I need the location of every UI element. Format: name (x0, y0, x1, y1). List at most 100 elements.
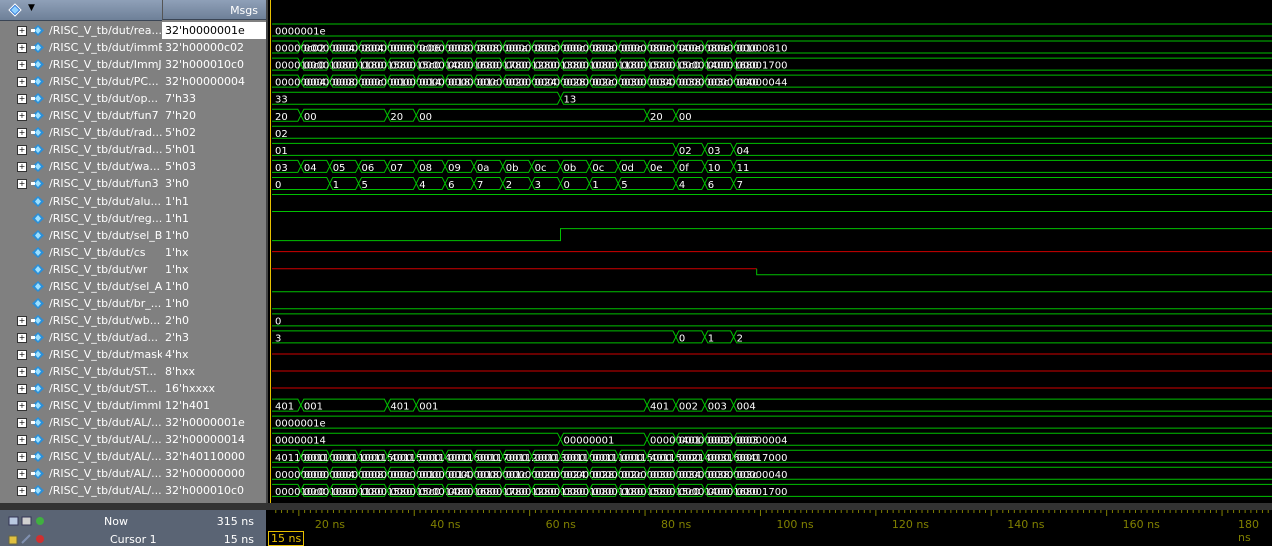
plus-expander-icon[interactable]: + (17, 145, 27, 156)
signal-value-pane[interactable]: Msgs 32'h0000001e 32'h00000c02 32'h000010c… (162, 0, 266, 546)
plus-expander-icon[interactable]: + (17, 384, 27, 395)
bus-segment (733, 483, 1272, 497)
signal-row-value[interactable]: 5'h01 (162, 141, 266, 158)
signal-row-value[interactable]: 1'h1 (162, 193, 266, 210)
signal-row-value[interactable]: 1'h1 (162, 210, 266, 227)
plus-expander-icon[interactable]: + (17, 418, 27, 429)
signal-row-name[interactable]: /RISC_V_tb/dut/reg... (0, 210, 162, 227)
signal-row-name[interactable]: /RISC_V_tb/dut/alu... (0, 193, 162, 210)
signal-row-value[interactable]: 1'h0 (162, 227, 266, 244)
waveform-canvas[interactable]: 0000001e00000c02000000040000080400000006… (268, 0, 1272, 503)
signal-row-name[interactable]: /RISC_V_tb/dut/sel_B (0, 227, 162, 244)
signal-row-name[interactable]: + /RISC_V_tb/dut/AL/... (0, 482, 162, 499)
signal-row-value[interactable]: 1'hx (162, 244, 266, 261)
signal-row-value[interactable]: 32'h00000014 (162, 431, 266, 448)
signal-row-name[interactable]: + /RISC_V_tb/dut/AL/... (0, 414, 162, 431)
signal-row-value[interactable]: 32'h0000001e (162, 414, 266, 431)
signal-row-value[interactable]: 32'h0000001e (162, 22, 266, 39)
cursor-toolbar-icons[interactable] (8, 533, 48, 545)
signal-name-pane[interactable]: ▼ + /RISC_V_tb/dut/rea... + /RISC_V_tb/dut/… (0, 0, 162, 546)
plus-expander-icon[interactable]: + (17, 486, 27, 497)
signal-row-name[interactable]: + /RISC_V_tb/dut/ST... (0, 363, 162, 380)
plus-expander-icon[interactable]: + (17, 43, 27, 54)
signal-row-name[interactable]: + /RISC_V_tb/dut/op... (0, 90, 162, 107)
cursor-1-line[interactable] (270, 0, 271, 510)
signal-row-value[interactable]: 5'h03 (162, 158, 266, 175)
signal-row-name[interactable]: + /RISC_V_tb/dut/fun7 (0, 107, 162, 124)
signal-row-value[interactable]: 8'hxx (162, 363, 266, 380)
bus-segment (733, 40, 1272, 54)
diamond-menu-icon[interactable] (8, 3, 22, 17)
signal-row-name[interactable]: + /RISC_V_tb/dut/immB (0, 39, 162, 56)
signal-row-value[interactable]: 32'h00000000 (162, 465, 266, 482)
cursor-1-time-box[interactable]: 15 ns (268, 531, 305, 546)
signal-row-name[interactable]: + /RISC_V_tb/dut/rea... (0, 22, 162, 39)
signal-row-value[interactable]: 7'h33 (162, 90, 266, 107)
signal-row-value[interactable]: 1'h0 (162, 295, 266, 312)
bus-segment (415, 398, 648, 412)
plus-expander-icon[interactable]: + (17, 77, 27, 88)
plus-expander-icon[interactable]: + (17, 94, 27, 105)
signal-row-name[interactable]: + /RISC_V_tb/dut/PC... (0, 73, 162, 90)
signal-row-value[interactable]: 32'h000010c0 (162, 56, 266, 73)
plus-expander-icon[interactable]: + (17, 26, 27, 36)
now-toolbar-icons[interactable] (8, 515, 48, 527)
plus-expander-icon[interactable]: + (17, 315, 27, 326)
signal-row-value[interactable]: 1'hx (162, 261, 266, 278)
signal-row-name[interactable]: /RISC_V_tb/dut/wr (0, 261, 162, 278)
signal-row-name[interactable]: /RISC_V_tb/dut/cs (0, 244, 162, 261)
signal-row-name[interactable]: + /RISC_V_tb/dut/wa... (0, 158, 162, 175)
signal-row-value[interactable]: 1'h0 (162, 278, 266, 295)
bus-segment (733, 330, 1272, 344)
plus-expander-icon[interactable]: + (17, 401, 27, 412)
plus-expander-icon[interactable]: + (17, 60, 27, 71)
bus-value-label: 5 (621, 180, 627, 191)
signal-row-value[interactable]: 32'h00000c02 (162, 39, 266, 56)
signal-row-value[interactable]: 3'h0 (162, 175, 266, 192)
signal-row-value[interactable]: 4'hx (162, 346, 266, 363)
signal-name-label: /RISC_V_tb/dut/ad... (49, 330, 158, 344)
signal-row-name[interactable]: + /RISC_V_tb/dut/AL/... (0, 448, 162, 465)
signal-row-name[interactable]: /RISC_V_tb/dut/sel_A (0, 278, 162, 295)
timeline-ruler[interactable]: 20 ns 40 ns 60 ns 80 ns 100 ns 120 ns 140 ns 16… (266, 510, 1272, 546)
signal-row-value[interactable]: 32'h40110000 (162, 448, 266, 465)
signal-row-value[interactable]: 2'h3 (162, 329, 266, 346)
plus-expander-icon[interactable]: + (17, 367, 27, 377)
plus-expander-icon[interactable]: + (17, 349, 27, 360)
plus-expander-icon[interactable]: + (17, 128, 27, 139)
signal-row-value[interactable]: 32'h000010c0 (162, 482, 266, 499)
bus-value-label: 04 (304, 163, 317, 174)
plus-expander-icon[interactable]: + (17, 162, 27, 173)
signal-row-value[interactable]: 32'h00000004 (162, 73, 266, 90)
signal-row-name[interactable]: + /RISC_V_tb/dut/fun3 (0, 175, 162, 192)
signal-row-value[interactable]: 16'hxxxx (162, 380, 266, 397)
horizontal-scrollbar[interactable] (0, 503, 1272, 510)
signal-row-name[interactable]: + /RISC_V_tb/dut/wb... (0, 312, 162, 329)
signal-row-name[interactable]: + /RISC_V_tb/dut/rad... (0, 141, 162, 158)
plus-expander-icon[interactable]: + (17, 332, 27, 343)
plus-expander-icon[interactable]: + (17, 111, 27, 122)
plus-expander-icon[interactable]: + (17, 469, 27, 480)
waveform-pane[interactable]: 0000001e 00000c02 00000004 00000804 00000006… (266, 0, 1272, 510)
signal-row-name[interactable]: + /RISC_V_tb/dut/AL/... (0, 465, 162, 482)
signal-row-name[interactable]: + /RISC_V_tb/dut/ImmJ (0, 56, 162, 73)
plus-expander-icon[interactable]: + (17, 179, 27, 190)
time-tick-label: 160 ns (1122, 518, 1160, 531)
signal-row-value[interactable]: 7'h20 (162, 107, 266, 124)
signal-row-name[interactable]: + /RISC_V_tb/dut/rad... (0, 124, 162, 141)
signal-row-name[interactable]: + /RISC_V_tb/dut/AL/... (0, 431, 162, 448)
signal-row-name[interactable]: + /RISC_V_tb/dut/immI (0, 397, 162, 414)
signal-name-label: /RISC_V_tb/dut/op... (49, 92, 158, 106)
signal-row-value[interactable]: 2'h0 (162, 312, 266, 329)
signal-row-name[interactable]: + /RISC_V_tb/dut/ST... (0, 380, 162, 397)
bus-value-label: 00000001 (564, 436, 615, 447)
chevron-down-icon[interactable]: ▼ (28, 3, 35, 13)
signal-row-value[interactable]: 12'h401 (162, 397, 266, 414)
signal-row-name[interactable]: + /RISC_V_tb/dut/ad... (0, 329, 162, 346)
signal-row-name[interactable]: /RISC_V_tb/dut/br_... (0, 295, 162, 312)
diamond-signal-icon (31, 59, 44, 71)
plus-expander-icon[interactable]: + (17, 452, 27, 463)
plus-expander-icon[interactable]: + (17, 435, 27, 446)
signal-row-name[interactable]: + /RISC_V_tb/dut/mask (0, 346, 162, 363)
signal-row-value[interactable]: 5'h02 (162, 124, 266, 141)
